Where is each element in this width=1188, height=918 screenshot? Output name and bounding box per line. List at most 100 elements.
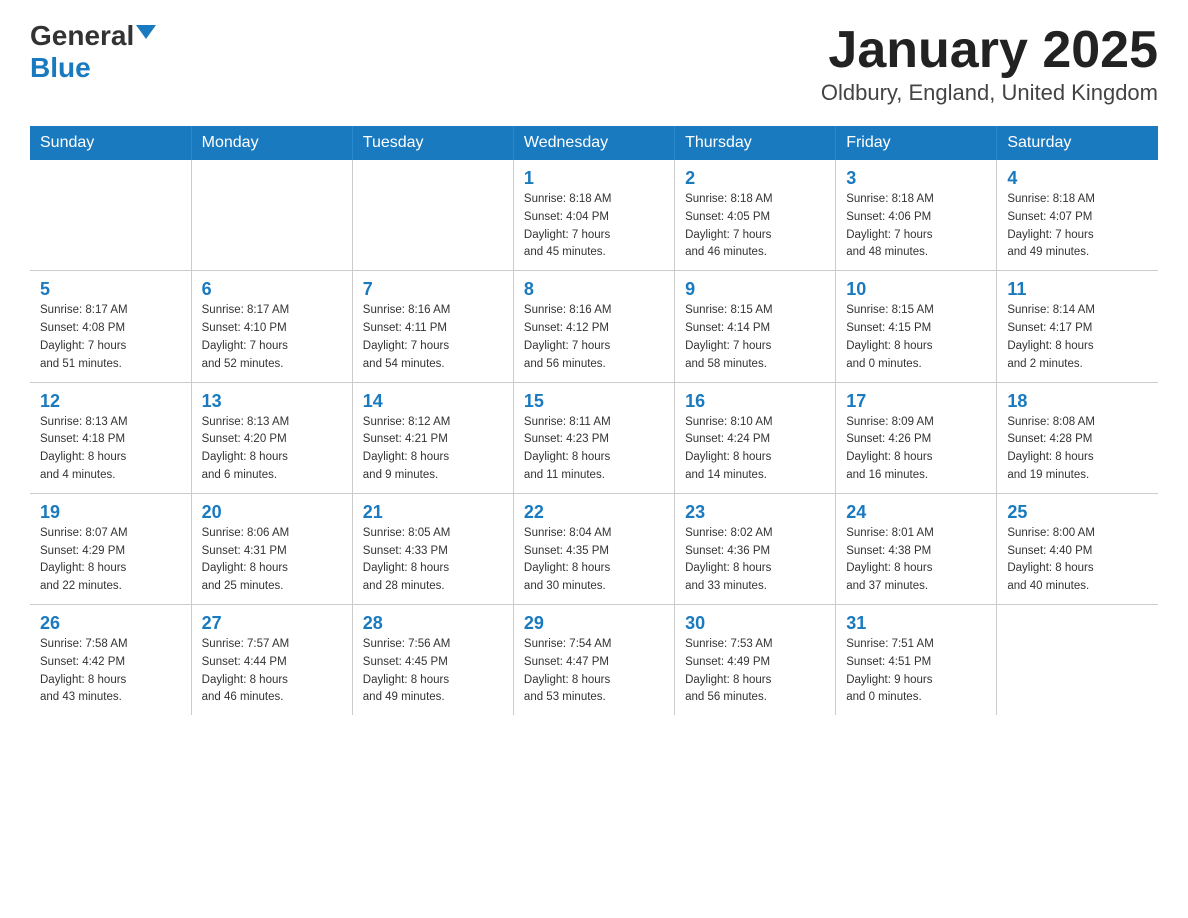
- calendar-cell: 23Sunrise: 8:02 AM Sunset: 4:36 PM Dayli…: [675, 493, 836, 604]
- calendar-week-5: 26Sunrise: 7:58 AM Sunset: 4:42 PM Dayli…: [30, 605, 1158, 716]
- day-number: 29: [524, 613, 664, 634]
- logo-general-text: General: [30, 20, 134, 52]
- day-info: Sunrise: 8:05 AM Sunset: 4:33 PM Dayligh…: [363, 525, 503, 596]
- calendar-cell: 3Sunrise: 8:18 AM Sunset: 4:06 PM Daylig…: [836, 160, 997, 271]
- day-number: 15: [524, 391, 664, 412]
- day-info: Sunrise: 8:12 AM Sunset: 4:21 PM Dayligh…: [363, 414, 503, 485]
- calendar-week-3: 12Sunrise: 8:13 AM Sunset: 4:18 PM Dayli…: [30, 382, 1158, 493]
- day-info: Sunrise: 7:51 AM Sunset: 4:51 PM Dayligh…: [846, 636, 986, 707]
- calendar-cell: [191, 160, 352, 271]
- calendar-cell: 22Sunrise: 8:04 AM Sunset: 4:35 PM Dayli…: [513, 493, 674, 604]
- day-info: Sunrise: 7:58 AM Sunset: 4:42 PM Dayligh…: [40, 636, 181, 707]
- day-number: 6: [202, 279, 342, 300]
- calendar-cell: 7Sunrise: 8:16 AM Sunset: 4:11 PM Daylig…: [352, 271, 513, 382]
- day-number: 4: [1007, 168, 1148, 189]
- calendar-table: SundayMondayTuesdayWednesdayThursdayFrid…: [30, 126, 1158, 715]
- calendar-cell: 2Sunrise: 8:18 AM Sunset: 4:05 PM Daylig…: [675, 160, 836, 271]
- column-header-friday: Friday: [836, 126, 997, 160]
- month-title: January 2025: [821, 20, 1158, 80]
- day-number: 1: [524, 168, 664, 189]
- day-number: 22: [524, 502, 664, 523]
- day-number: 23: [685, 502, 825, 523]
- day-number: 11: [1007, 279, 1148, 300]
- day-number: 3: [846, 168, 986, 189]
- day-info: Sunrise: 8:18 AM Sunset: 4:07 PM Dayligh…: [1007, 191, 1148, 262]
- day-number: 27: [202, 613, 342, 634]
- calendar-cell: 29Sunrise: 7:54 AM Sunset: 4:47 PM Dayli…: [513, 605, 674, 716]
- calendar-cell: 5Sunrise: 8:17 AM Sunset: 4:08 PM Daylig…: [30, 271, 191, 382]
- calendar-cell: 19Sunrise: 8:07 AM Sunset: 4:29 PM Dayli…: [30, 493, 191, 604]
- day-info: Sunrise: 8:11 AM Sunset: 4:23 PM Dayligh…: [524, 414, 664, 485]
- title-area: January 2025 Oldbury, England, United Ki…: [821, 20, 1158, 106]
- calendar-cell: [352, 160, 513, 271]
- day-number: 20: [202, 502, 342, 523]
- day-number: 30: [685, 613, 825, 634]
- day-info: Sunrise: 8:16 AM Sunset: 4:12 PM Dayligh…: [524, 302, 664, 373]
- day-info: Sunrise: 7:56 AM Sunset: 4:45 PM Dayligh…: [363, 636, 503, 707]
- calendar-cell: 17Sunrise: 8:09 AM Sunset: 4:26 PM Dayli…: [836, 382, 997, 493]
- day-number: 21: [363, 502, 503, 523]
- logo-blue-text: Blue: [30, 52, 91, 83]
- calendar-cell: 9Sunrise: 8:15 AM Sunset: 4:14 PM Daylig…: [675, 271, 836, 382]
- calendar-cell: 31Sunrise: 7:51 AM Sunset: 4:51 PM Dayli…: [836, 605, 997, 716]
- day-number: 28: [363, 613, 503, 634]
- calendar-week-1: 1Sunrise: 8:18 AM Sunset: 4:04 PM Daylig…: [30, 160, 1158, 271]
- column-header-thursday: Thursday: [675, 126, 836, 160]
- day-info: Sunrise: 8:15 AM Sunset: 4:15 PM Dayligh…: [846, 302, 986, 373]
- day-number: 17: [846, 391, 986, 412]
- day-info: Sunrise: 8:01 AM Sunset: 4:38 PM Dayligh…: [846, 525, 986, 596]
- calendar-cell: 12Sunrise: 8:13 AM Sunset: 4:18 PM Dayli…: [30, 382, 191, 493]
- day-info: Sunrise: 8:15 AM Sunset: 4:14 PM Dayligh…: [685, 302, 825, 373]
- calendar-cell: 6Sunrise: 8:17 AM Sunset: 4:10 PM Daylig…: [191, 271, 352, 382]
- day-number: 16: [685, 391, 825, 412]
- calendar-cell: 27Sunrise: 7:57 AM Sunset: 4:44 PM Dayli…: [191, 605, 352, 716]
- day-number: 8: [524, 279, 664, 300]
- day-info: Sunrise: 8:06 AM Sunset: 4:31 PM Dayligh…: [202, 525, 342, 596]
- day-number: 31: [846, 613, 986, 634]
- day-info: Sunrise: 7:57 AM Sunset: 4:44 PM Dayligh…: [202, 636, 342, 707]
- calendar-cell: [30, 160, 191, 271]
- calendar-cell: 18Sunrise: 8:08 AM Sunset: 4:28 PM Dayli…: [997, 382, 1158, 493]
- day-info: Sunrise: 8:13 AM Sunset: 4:20 PM Dayligh…: [202, 414, 342, 485]
- column-header-wednesday: Wednesday: [513, 126, 674, 160]
- calendar-cell: 13Sunrise: 8:13 AM Sunset: 4:20 PM Dayli…: [191, 382, 352, 493]
- calendar-week-4: 19Sunrise: 8:07 AM Sunset: 4:29 PM Dayli…: [30, 493, 1158, 604]
- calendar-cell: 16Sunrise: 8:10 AM Sunset: 4:24 PM Dayli…: [675, 382, 836, 493]
- day-info: Sunrise: 8:10 AM Sunset: 4:24 PM Dayligh…: [685, 414, 825, 485]
- calendar-cell: 20Sunrise: 8:06 AM Sunset: 4:31 PM Dayli…: [191, 493, 352, 604]
- day-number: 9: [685, 279, 825, 300]
- day-info: Sunrise: 7:54 AM Sunset: 4:47 PM Dayligh…: [524, 636, 664, 707]
- calendar-cell: 14Sunrise: 8:12 AM Sunset: 4:21 PM Dayli…: [352, 382, 513, 493]
- day-info: Sunrise: 8:04 AM Sunset: 4:35 PM Dayligh…: [524, 525, 664, 596]
- column-header-sunday: Sunday: [30, 126, 191, 160]
- day-number: 12: [40, 391, 181, 412]
- day-number: 5: [40, 279, 181, 300]
- day-info: Sunrise: 8:18 AM Sunset: 4:04 PM Dayligh…: [524, 191, 664, 262]
- day-info: Sunrise: 8:18 AM Sunset: 4:05 PM Dayligh…: [685, 191, 825, 262]
- header: General Blue January 2025 Oldbury, Engla…: [30, 20, 1158, 106]
- day-number: 19: [40, 502, 181, 523]
- calendar-cell: 25Sunrise: 8:00 AM Sunset: 4:40 PM Dayli…: [997, 493, 1158, 604]
- calendar-cell: 26Sunrise: 7:58 AM Sunset: 4:42 PM Dayli…: [30, 605, 191, 716]
- calendar-cell: 30Sunrise: 7:53 AM Sunset: 4:49 PM Dayli…: [675, 605, 836, 716]
- day-number: 26: [40, 613, 181, 634]
- calendar-cell: 10Sunrise: 8:15 AM Sunset: 4:15 PM Dayli…: [836, 271, 997, 382]
- day-number: 18: [1007, 391, 1148, 412]
- day-info: Sunrise: 8:13 AM Sunset: 4:18 PM Dayligh…: [40, 414, 181, 485]
- day-info: Sunrise: 7:53 AM Sunset: 4:49 PM Dayligh…: [685, 636, 825, 707]
- calendar-week-2: 5Sunrise: 8:17 AM Sunset: 4:08 PM Daylig…: [30, 271, 1158, 382]
- column-header-saturday: Saturday: [997, 126, 1158, 160]
- day-number: 24: [846, 502, 986, 523]
- calendar-cell: 21Sunrise: 8:05 AM Sunset: 4:33 PM Dayli…: [352, 493, 513, 604]
- day-info: Sunrise: 8:14 AM Sunset: 4:17 PM Dayligh…: [1007, 302, 1148, 373]
- calendar-cell: [997, 605, 1158, 716]
- day-number: 10: [846, 279, 986, 300]
- calendar-cell: 11Sunrise: 8:14 AM Sunset: 4:17 PM Dayli…: [997, 271, 1158, 382]
- day-number: 13: [202, 391, 342, 412]
- location-title: Oldbury, England, United Kingdom: [821, 80, 1158, 106]
- calendar-cell: 1Sunrise: 8:18 AM Sunset: 4:04 PM Daylig…: [513, 160, 674, 271]
- calendar-header-row: SundayMondayTuesdayWednesdayThursdayFrid…: [30, 126, 1158, 160]
- day-number: 25: [1007, 502, 1148, 523]
- calendar-cell: 8Sunrise: 8:16 AM Sunset: 4:12 PM Daylig…: [513, 271, 674, 382]
- calendar-cell: 24Sunrise: 8:01 AM Sunset: 4:38 PM Dayli…: [836, 493, 997, 604]
